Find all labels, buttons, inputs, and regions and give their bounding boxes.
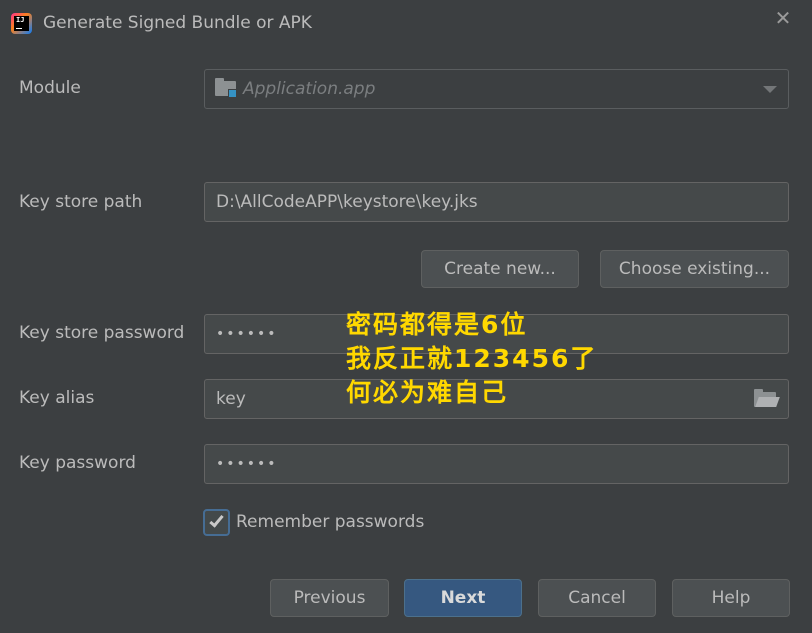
module-label: Module: [19, 78, 81, 98]
key-store-path-label: Key store path: [19, 192, 143, 212]
next-button[interactable]: Next: [404, 579, 522, 617]
checkmark-icon: [209, 512, 224, 528]
key-alias-label: Key alias: [19, 388, 95, 408]
module-combobox[interactable]: Application.app: [204, 69, 789, 109]
create-new-button[interactable]: Create new...: [421, 250, 579, 288]
module-folder-icon: [215, 78, 239, 99]
module-value: Application.app: [243, 79, 376, 99]
annotation-line-3: 何必为难自己: [346, 378, 509, 407]
intellij-logo-icon: IJ: [11, 13, 32, 34]
folder-open-icon[interactable]: [754, 389, 780, 408]
help-button[interactable]: Help: [672, 579, 790, 617]
key-alias-value: key: [216, 389, 246, 409]
dialog-title: Generate Signed Bundle or APK: [43, 13, 312, 33]
choose-existing-button[interactable]: Choose existing...: [600, 250, 789, 288]
previous-button[interactable]: Previous: [270, 579, 389, 617]
key-password-label: Key password: [19, 453, 136, 473]
cancel-button[interactable]: Cancel: [538, 579, 656, 617]
annotation-overlay: 密码都得是6位 我反正就123456了 何必为难自己: [346, 308, 597, 410]
logo-text: IJ: [14, 16, 29, 31]
annotation-line-2: 我反正就123456了: [346, 344, 598, 373]
remember-passwords-checkbox[interactable]: [203, 509, 230, 536]
key-store-password-label: Key store password: [19, 323, 185, 343]
remember-passwords-label[interactable]: Remember passwords: [236, 512, 424, 532]
chevron-down-icon[interactable]: [763, 86, 777, 93]
key-store-path-field[interactable]: D:\AllCodeAPP\keystore\key.jks: [204, 182, 789, 222]
key-password-field[interactable]: ••••••: [204, 444, 789, 484]
close-icon[interactable]: ✕: [771, 6, 795, 30]
generate-signed-bundle-dialog: IJ Generate Signed Bundle or APK ✕ Modul…: [0, 0, 812, 633]
annotation-line-1: 密码都得是6位: [346, 310, 528, 339]
title-bar: IJ Generate Signed Bundle or APK ✕: [0, 0, 812, 46]
